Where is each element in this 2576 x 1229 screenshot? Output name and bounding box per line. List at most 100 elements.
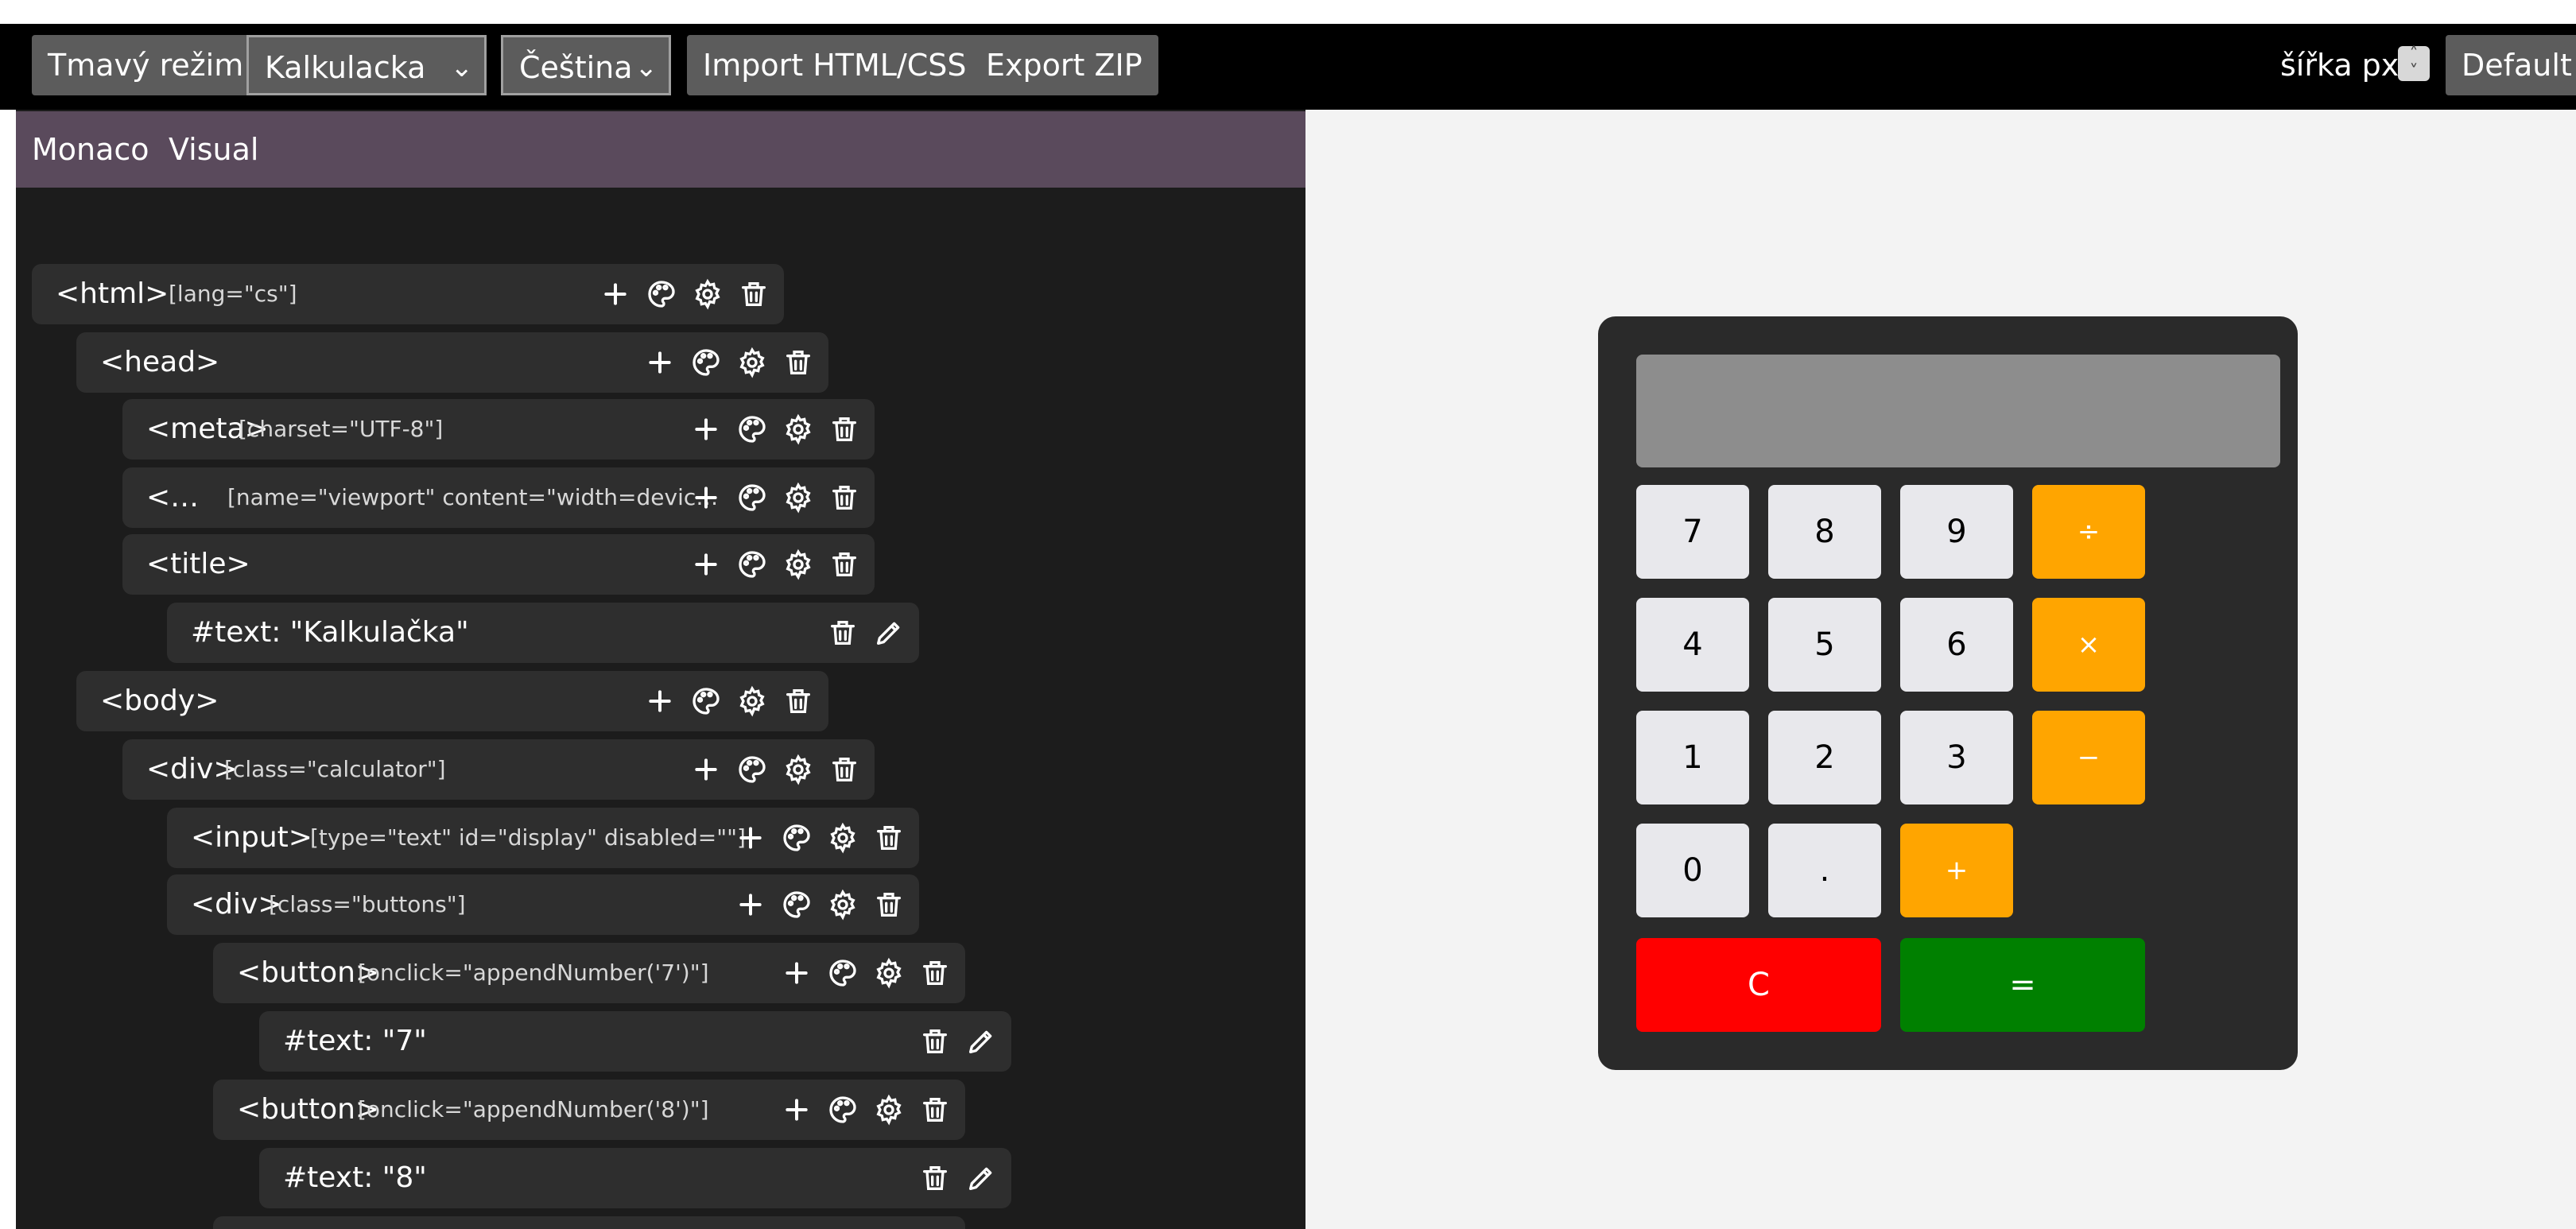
tree-node-div-calculator[interactable]: <div> [class="calculator"] <box>122 739 875 800</box>
gear-icon[interactable] <box>827 822 859 854</box>
spinner-up-icon[interactable]: ˄ <box>2398 46 2430 64</box>
tree-node-title[interactable]: <title> <box>122 534 875 595</box>
add-icon[interactable] <box>735 822 766 854</box>
node-tag: <title> <box>146 548 250 580</box>
node-actions <box>919 1148 997 1208</box>
palette-icon[interactable] <box>736 549 768 580</box>
tree-node-button-9-partial[interactable] <box>213 1216 965 1229</box>
chevron-down-icon: ⌄ <box>634 52 658 83</box>
palette-icon[interactable] <box>781 889 813 921</box>
template-select[interactable]: Kalkulacka ⌄ <box>246 35 487 95</box>
key-7[interactable]: 7 <box>1636 485 1749 579</box>
trash-icon[interactable] <box>919 1025 951 1057</box>
trash-icon[interactable] <box>828 482 860 514</box>
tree-node-button-7[interactable]: <button> [onclick="appendNumber('7')"] <box>213 943 965 1003</box>
trash-icon[interactable] <box>919 957 951 989</box>
import-button[interactable]: Import HTML/CSS <box>687 35 983 95</box>
palette-icon[interactable] <box>736 413 768 445</box>
trash-icon[interactable] <box>827 617 859 649</box>
add-icon[interactable] <box>781 1094 813 1126</box>
key-0[interactable]: 0 <box>1636 824 1749 917</box>
palette-icon[interactable] <box>781 822 813 854</box>
tree-node-html[interactable]: <html> [lang="cs"] <box>32 264 784 324</box>
key-3[interactable]: 3 <box>1900 711 2013 804</box>
key-8[interactable]: 8 <box>1768 485 1881 579</box>
gear-icon[interactable] <box>782 413 814 445</box>
add-icon[interactable] <box>644 347 676 378</box>
language-select[interactable]: Čeština ⌄ <box>501 35 671 95</box>
add-icon[interactable] <box>781 957 813 989</box>
node-actions <box>690 739 860 800</box>
gear-icon[interactable] <box>782 482 814 514</box>
add-icon[interactable] <box>690 482 722 514</box>
gear-icon[interactable] <box>736 685 768 717</box>
gear-icon[interactable] <box>782 754 814 785</box>
palette-icon[interactable] <box>736 754 768 785</box>
palette-icon[interactable] <box>827 1094 859 1126</box>
add-icon[interactable] <box>690 754 722 785</box>
tab-monaco[interactable]: Monaco <box>32 111 149 188</box>
key-1[interactable]: 1 <box>1636 711 1749 804</box>
tree-node-body[interactable]: <body> <box>76 671 828 731</box>
pencil-icon[interactable] <box>965 1025 997 1057</box>
trash-icon[interactable] <box>873 822 905 854</box>
key-4[interactable]: 4 <box>1636 598 1749 692</box>
key-divide[interactable]: ÷ <box>2032 485 2145 579</box>
gear-icon[interactable] <box>873 957 905 989</box>
trash-icon[interactable] <box>828 754 860 785</box>
add-icon[interactable] <box>735 889 766 921</box>
key-5[interactable]: 5 <box>1768 598 1881 692</box>
node-attributes: [onclick="appendNumber('8')"] <box>358 1096 709 1122</box>
palette-icon[interactable] <box>736 482 768 514</box>
export-zip-button[interactable]: Export ZIP <box>970 35 1158 95</box>
tree-node-text-7[interactable]: #text: "7" <box>259 1011 1011 1072</box>
dark-mode-button[interactable]: Tmavý režim <box>32 35 260 95</box>
trash-icon[interactable] <box>782 347 814 378</box>
tree-node-div-buttons[interactable]: <div> [class="buttons"] <box>167 874 919 935</box>
tree-node-button-8[interactable]: <button> [onclick="appendNumber('8')"] <box>213 1080 965 1140</box>
spinner-down-icon[interactable]: ˅ <box>2398 64 2430 81</box>
trash-icon[interactable] <box>919 1162 951 1194</box>
editor-panel: Monaco Visual <html> [lang="cs"] <head> <box>16 110 1305 1229</box>
gear-icon[interactable] <box>782 549 814 580</box>
palette-icon[interactable] <box>690 347 722 378</box>
tree-node-meta[interactable]: <meta> [charset="UTF-8"] <box>122 399 875 459</box>
pencil-icon[interactable] <box>965 1162 997 1194</box>
add-icon[interactable] <box>690 549 722 580</box>
key-decimal[interactable]: . <box>1768 824 1881 917</box>
key-6[interactable]: 6 <box>1900 598 2013 692</box>
pencil-icon[interactable] <box>873 617 905 649</box>
trash-icon[interactable] <box>828 549 860 580</box>
palette-icon[interactable] <box>646 278 677 310</box>
tree-node-head[interactable]: <head> <box>76 332 828 393</box>
key-add[interactable]: + <box>1900 824 2013 917</box>
tab-visual[interactable]: Visual <box>169 111 258 188</box>
tree-node-meta-viewport[interactable]: <… [name="viewport" content="width=devic… <box>122 467 875 528</box>
tree-node-text-8[interactable]: #text: "8" <box>259 1148 1011 1208</box>
add-icon[interactable] <box>644 685 676 717</box>
node-actions <box>735 874 905 935</box>
trash-icon[interactable] <box>738 278 770 310</box>
key-2[interactable]: 2 <box>1768 711 1881 804</box>
gear-icon[interactable] <box>827 889 859 921</box>
gear-icon[interactable] <box>736 347 768 378</box>
key-clear[interactable]: C <box>1636 938 1881 1032</box>
trash-icon[interactable] <box>782 685 814 717</box>
key-multiply[interactable]: × <box>2032 598 2145 692</box>
trash-icon[interactable] <box>873 889 905 921</box>
gear-icon[interactable] <box>692 278 724 310</box>
tree-node-input[interactable]: <input> [type="text" id="display" disabl… <box>167 808 919 868</box>
default-button[interactable]: Default <box>2446 35 2576 95</box>
key-subtract[interactable]: − <box>2032 711 2145 804</box>
trash-icon[interactable] <box>828 413 860 445</box>
width-spinner[interactable]: ˄ ˅ <box>2398 46 2430 81</box>
tree-node-text-title[interactable]: #text: "Kalkulačka" <box>167 603 919 663</box>
palette-icon[interactable] <box>690 685 722 717</box>
add-icon[interactable] <box>690 413 722 445</box>
palette-icon[interactable] <box>827 957 859 989</box>
add-icon[interactable] <box>599 278 631 310</box>
gear-icon[interactable] <box>873 1094 905 1126</box>
trash-icon[interactable] <box>919 1094 951 1126</box>
key-equals[interactable]: = <box>1900 938 2145 1032</box>
key-9[interactable]: 9 <box>1900 485 2013 579</box>
